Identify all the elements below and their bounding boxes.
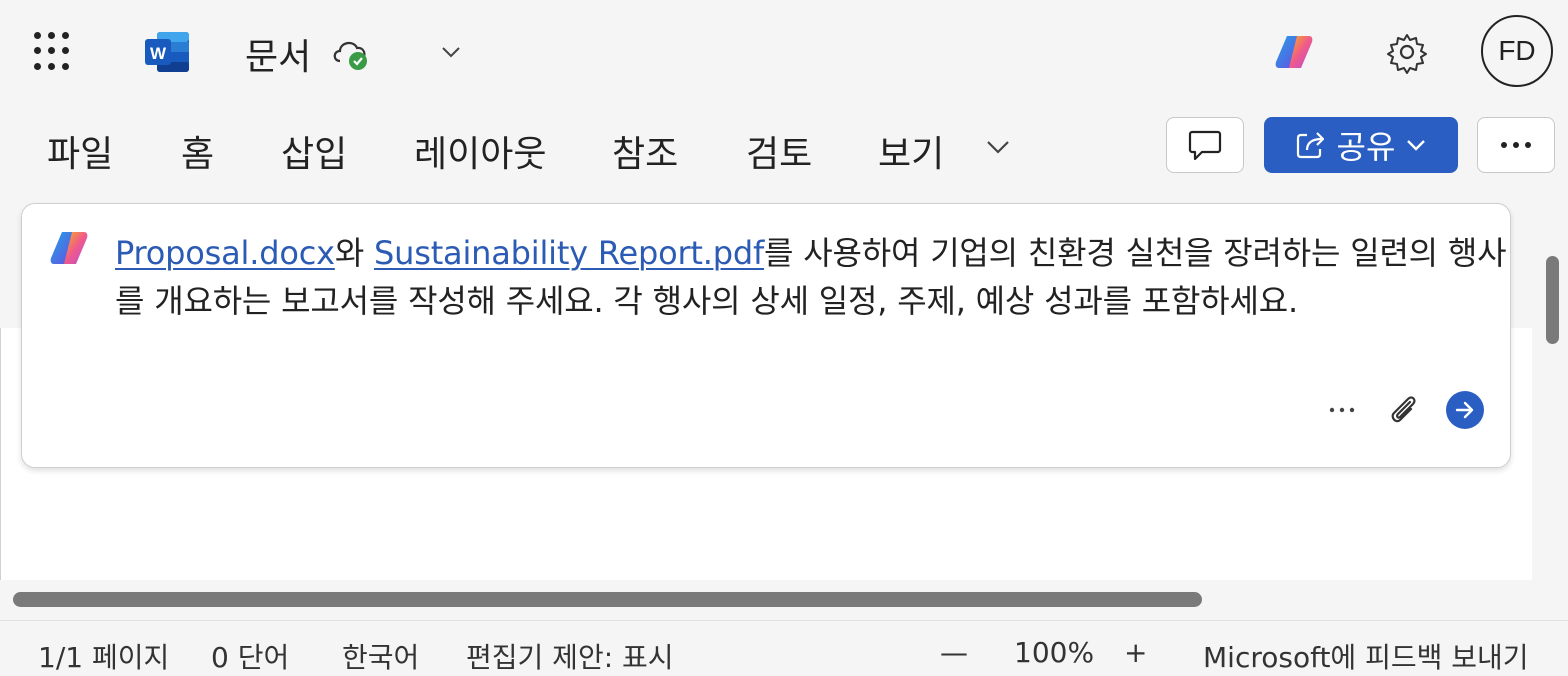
tab-insert[interactable]: 삽입 bbox=[281, 125, 347, 177]
chevron-down-icon bbox=[1407, 140, 1426, 151]
word-logo-icon: W bbox=[145, 32, 189, 72]
tab-references[interactable]: 참조 bbox=[612, 125, 678, 177]
file-link-proposal[interactable]: Proposal.docx bbox=[115, 234, 335, 272]
share-label: 공유 bbox=[1336, 128, 1396, 166]
share-icon bbox=[1296, 132, 1324, 159]
cloud-saved-icon bbox=[333, 41, 367, 70]
status-page-count[interactable]: 1/1 페이지 bbox=[38, 636, 169, 676]
status-language[interactable]: 한국어 bbox=[342, 636, 419, 676]
zoom-level[interactable]: 100% bbox=[1014, 636, 1094, 669]
comment-icon bbox=[1188, 130, 1222, 161]
tab-layout[interactable]: 레이아웃 bbox=[414, 125, 546, 177]
vertical-scrollbar-thumb[interactable] bbox=[1546, 256, 1559, 344]
share-button[interactable]: 공유 bbox=[1264, 117, 1458, 173]
attach-icon[interactable] bbox=[1387, 393, 1421, 427]
gear-icon[interactable] bbox=[1385, 30, 1429, 74]
feedback-link[interactable]: Microsoft에 피드백 보내기 bbox=[1203, 636, 1529, 676]
status-bar-divider bbox=[0, 620, 1568, 621]
status-editor-suggestions[interactable]: 편집기 제안: 표시 bbox=[466, 636, 674, 676]
status-word-count[interactable]: 0 단어 bbox=[211, 636, 289, 676]
comment-button[interactable] bbox=[1166, 117, 1244, 173]
chevron-down-icon[interactable] bbox=[440, 44, 462, 60]
more-icon[interactable] bbox=[1327, 398, 1357, 422]
more-icon bbox=[1501, 142, 1531, 148]
copilot-icon[interactable] bbox=[1273, 32, 1315, 72]
zoom-in-button[interactable]: + bbox=[1124, 636, 1147, 669]
tab-review[interactable]: 검토 bbox=[746, 125, 812, 177]
send-button[interactable] bbox=[1446, 391, 1484, 429]
more-options-button[interactable] bbox=[1477, 117, 1555, 173]
svg-text:W: W bbox=[150, 44, 167, 63]
tab-file[interactable]: 파일 bbox=[47, 125, 113, 177]
send-icon bbox=[1455, 401, 1474, 419]
app-launcher-icon[interactable] bbox=[34, 32, 74, 72]
tab-home[interactable]: 홈 bbox=[181, 125, 214, 177]
copilot-icon bbox=[50, 232, 88, 264]
avatar[interactable]: FD bbox=[1481, 15, 1553, 87]
horizontal-scrollbar-thumb[interactable] bbox=[13, 592, 1202, 607]
file-link-sustainability-report[interactable]: Sustainability Report.pdf bbox=[374, 234, 764, 272]
prompt-text[interactable]: Proposal.docx와 Sustainability Report.pdf… bbox=[115, 229, 1510, 325]
chevron-down-icon[interactable] bbox=[985, 138, 1011, 156]
tab-view[interactable]: 보기 bbox=[878, 125, 944, 177]
document-title[interactable]: 문서 bbox=[245, 28, 311, 80]
zoom-out-button[interactable]: — bbox=[940, 636, 968, 669]
